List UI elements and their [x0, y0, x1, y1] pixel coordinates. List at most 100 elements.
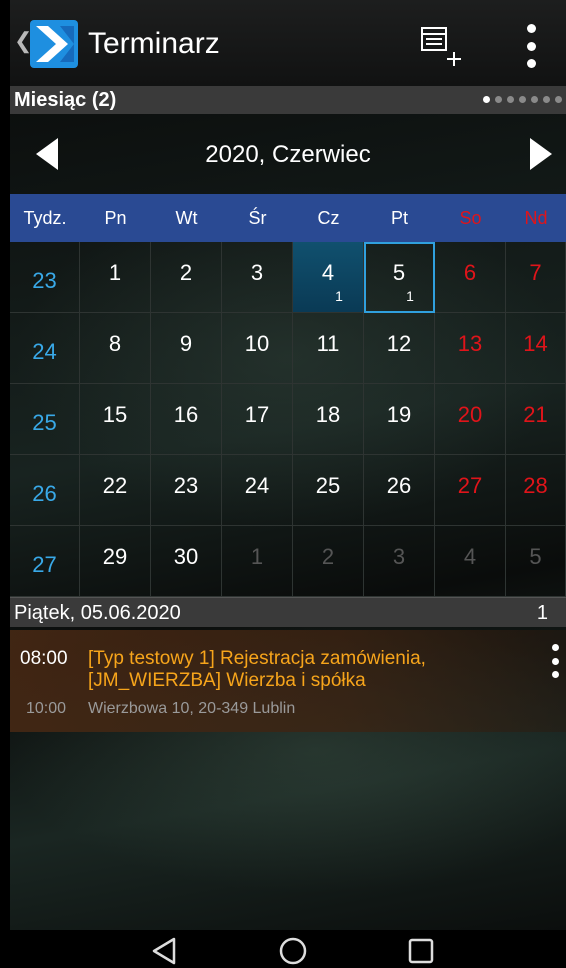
day-number: 9 — [179, 331, 193, 356]
day-number: 28 — [523, 473, 548, 498]
day-cell[interactable]: 12 — [364, 313, 435, 384]
day-cell[interactable]: 20 — [435, 384, 506, 455]
event-start-time: 08:00 — [20, 648, 68, 669]
day-number: 13 — [457, 331, 483, 356]
day-number: 10 — [244, 331, 270, 356]
day-cell[interactable]: 7 — [506, 242, 566, 313]
day-cell[interactable]: 14 — [506, 313, 566, 384]
day-cell[interactable]: 17 — [222, 384, 293, 455]
nav-recents-icon[interactable] — [408, 938, 434, 964]
day-number: 4 — [321, 260, 335, 285]
event-more-icon[interactable] — [550, 644, 560, 678]
day-cell[interactable]: 5 — [506, 526, 566, 597]
day-cell[interactable]: 41 — [293, 242, 364, 313]
day-cell[interactable]: 24 — [222, 455, 293, 526]
page-dot — [543, 96, 550, 103]
page-dot — [483, 96, 490, 103]
day-number: 23 — [173, 473, 199, 498]
calendar-week-row: 23 1 2 3 4 1 5 1 6 7 — [10, 242, 566, 313]
page-indicator — [483, 96, 562, 103]
week-number: 24 — [32, 339, 57, 364]
app-logo-icon[interactable] — [30, 20, 78, 68]
day-cell[interactable]: 2 — [293, 526, 364, 597]
app-root: ❮ Terminarz Miesiąc (2) 2020, Czerwiec T… — [10, 0, 566, 968]
day-event-count: 1 — [335, 288, 343, 304]
page-dot — [555, 96, 562, 103]
page-dot — [507, 96, 514, 103]
add-calendar-view-icon[interactable] — [412, 22, 464, 70]
day-cell[interactable]: 19 — [364, 384, 435, 455]
day-number: 5 — [529, 544, 542, 569]
month-label: 2020, Czerwiec — [205, 141, 371, 168]
week-number: 23 — [32, 268, 57, 293]
day-cell[interactable]: 15 — [80, 384, 151, 455]
selected-day-title: Piątek, 05.06.2020 — [14, 602, 181, 624]
day-cell[interactable]: 25 — [293, 455, 364, 526]
day-number: 7 — [529, 260, 542, 285]
day-cell[interactable]: 21 — [506, 384, 566, 455]
day-number: 4 — [463, 544, 477, 569]
nav-home-icon[interactable] — [278, 936, 308, 966]
day-cell[interactable]: 3 — [364, 526, 435, 597]
day-cell[interactable]: 16 — [151, 384, 222, 455]
event-location: Wierzbowa 10, 20-349 Lublin — [88, 700, 296, 717]
day-cell[interactable]: 8 — [80, 313, 151, 384]
page-dot — [519, 96, 526, 103]
day-cell[interactable]: 9 — [151, 313, 222, 384]
day-cell[interactable]: 1 — [80, 242, 151, 313]
day-number: 26 — [386, 473, 412, 498]
day-cell[interactable]: 23 — [151, 455, 222, 526]
day-event-count: 1 — [406, 288, 414, 304]
day-cell[interactable]: 27 — [435, 455, 506, 526]
day-cell[interactable]: 4 — [435, 526, 506, 597]
day-number: 1 — [108, 260, 122, 285]
week-number-cell: 23 — [10, 242, 80, 313]
day-number: 25 — [315, 473, 341, 498]
system-navigation-bar — [10, 930, 566, 968]
day-number: 5 — [392, 260, 406, 285]
day-number: 1 — [250, 544, 264, 569]
day-number: 17 — [244, 402, 270, 427]
view-subheader: Miesiąc (2) — [10, 86, 566, 114]
weekday-label: Wt — [175, 208, 198, 228]
day-number: 29 — [102, 544, 128, 569]
day-cell[interactable]: 28 — [506, 455, 566, 526]
day-cell[interactable]: 30 — [151, 526, 222, 597]
event-item[interactable]: 08:00 [Typ testowy 1] Rejestracja zamówi… — [10, 630, 566, 732]
calendar-week-row: 27 29 30 1 2 3 4 5 — [10, 526, 566, 597]
day-cell[interactable]: 1 — [222, 526, 293, 597]
day-number: 24 — [244, 473, 270, 498]
overflow-menu-icon[interactable] — [516, 24, 546, 68]
week-number: 26 — [32, 481, 57, 506]
day-number: 20 — [457, 402, 483, 427]
day-cell[interactable]: 26 — [364, 455, 435, 526]
day-cell[interactable]: 6 — [435, 242, 506, 313]
day-cell[interactable]: 13 — [435, 313, 506, 384]
day-number: 22 — [102, 473, 128, 498]
day-number: 14 — [523, 331, 548, 356]
next-month-arrow-icon[interactable] — [526, 136, 556, 172]
day-cell[interactable]: 10 — [222, 313, 293, 384]
week-number-cell: 24 — [10, 313, 80, 384]
weekday-label: Cz — [317, 208, 340, 228]
view-title: Miesiąc (2) — [14, 89, 117, 111]
day-number: 30 — [173, 544, 199, 569]
week-number-cell: 25 — [10, 384, 80, 455]
day-cell[interactable]: 29 — [80, 526, 151, 597]
day-cell[interactable]: 51 — [364, 242, 435, 313]
nav-back-icon[interactable] — [150, 936, 180, 966]
week-number: 25 — [32, 410, 57, 435]
week-number-cell: 26 — [10, 455, 80, 526]
day-cell[interactable]: 11 — [293, 313, 364, 384]
day-number: 21 — [523, 402, 548, 427]
weekday-label-saturday: So — [459, 208, 482, 228]
day-cell[interactable]: 18 — [293, 384, 364, 455]
page-dot — [531, 96, 538, 103]
day-cell[interactable]: 22 — [80, 455, 151, 526]
day-cell[interactable]: 2 — [151, 242, 222, 313]
weekday-label: Śr — [248, 208, 267, 228]
day-cell[interactable]: 3 — [222, 242, 293, 313]
day-number: 12 — [386, 331, 412, 356]
calendar-grid: 23 1 2 3 4 1 5 1 6 7 24 8 9 10 11 12 13 14 25 15 16 17 18 19 20 2… — [10, 242, 566, 597]
week-number-cell: 27 — [10, 526, 80, 597]
